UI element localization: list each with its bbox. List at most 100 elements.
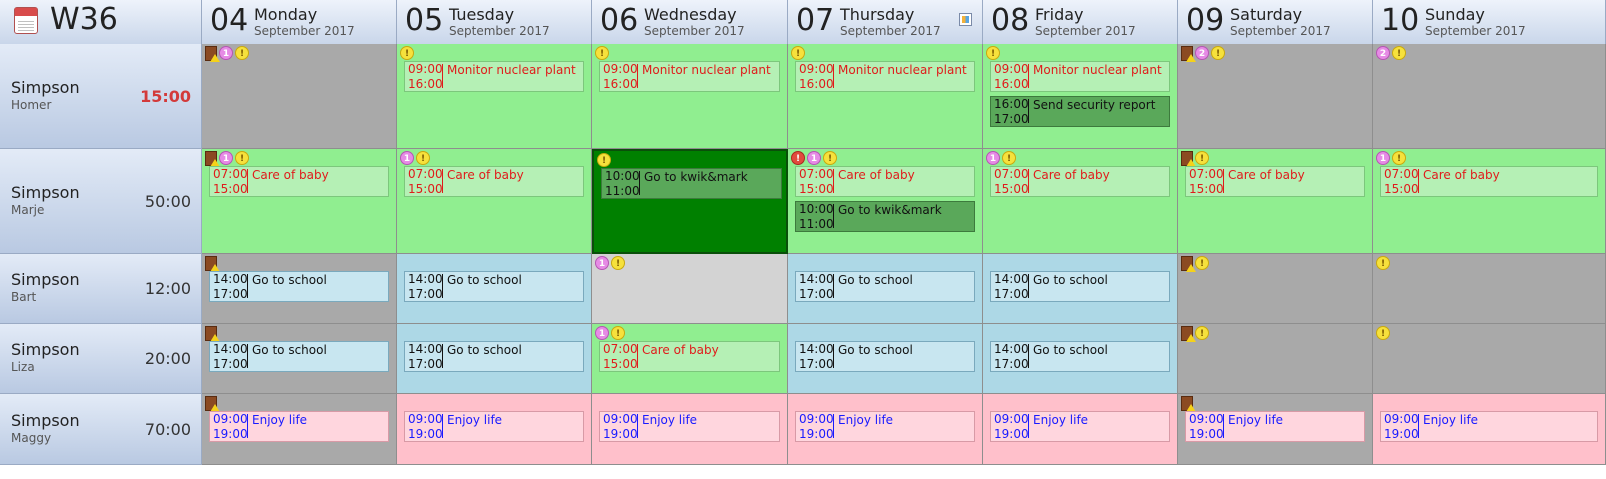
appointment[interactable]: 10:00 11:00 Go to kwik&mark — [601, 168, 782, 199]
appointment[interactable]: 10:00 11:00 Go to kwik&mark — [795, 201, 975, 232]
day-cell[interactable]: 1! 07:00 15:00 Care of baby — [983, 149, 1178, 254]
day-cell[interactable]: 1! 07:00 15:00 Care of baby — [592, 324, 788, 394]
count-badge-icon[interactable]: 1 — [595, 256, 609, 270]
absence-door-icon[interactable] — [205, 256, 220, 272]
day-cell[interactable]: 09:00 19:00 Enjoy life — [202, 394, 397, 465]
day-cell[interactable]: ! 10:00 11:00 Go to kwik&mark — [592, 149, 788, 254]
day-cell[interactable]: ! 09:00 16:00 Monitor nuclear plant — [397, 44, 592, 149]
appointment[interactable]: 09:00 16:00 Monitor nuclear plant — [404, 61, 584, 92]
day-cell[interactable]: 14:00 17:00 Go to school — [983, 324, 1178, 394]
person-header-homer[interactable]: Simpson Homer 15:00 — [0, 44, 202, 149]
warning-icon[interactable]: ! — [1195, 256, 1209, 270]
day-cell[interactable]: ! — [1178, 254, 1373, 324]
day-header-tuesday[interactable]: 05 Tuesday September 2017 — [397, 0, 592, 44]
day-cell[interactable]: ! 09:00 16:00 Monitor nuclear plant — [788, 44, 983, 149]
count-badge-icon[interactable]: 1 — [219, 46, 233, 60]
day-header-thursday[interactable]: 07 Thursday September 2017 — [788, 0, 983, 44]
day-cell[interactable]: ! — [1373, 254, 1606, 324]
day-cell[interactable]: 1! — [202, 44, 397, 149]
warning-icon[interactable]: ! — [235, 151, 249, 165]
day-cell[interactable]: ! 09:00 16:00 Monitor nuclear plant 16:00 17:… — [983, 44, 1178, 149]
warning-icon[interactable]: ! — [1376, 256, 1390, 270]
warning-icon[interactable]: ! — [1195, 151, 1209, 165]
warning-icon[interactable]: ! — [611, 256, 625, 270]
appointment[interactable]: 09:00 19:00 Enjoy life — [795, 411, 975, 442]
appointment[interactable]: 14:00 17:00 Go to school — [990, 271, 1170, 302]
appointment[interactable]: 07:00 15:00 Care of baby — [1185, 166, 1365, 197]
person-header-marje[interactable]: Simpson Marje 50:00 — [0, 149, 202, 254]
appointment[interactable]: 14:00 17:00 Go to school — [209, 341, 389, 372]
day-cell[interactable]: ! 09:00 16:00 Monitor nuclear plant — [592, 44, 788, 149]
appointment[interactable]: 07:00 15:00 Care of baby — [795, 166, 975, 197]
day-cell[interactable]: ! 1! 07:00 15:00 Care of baby 10:00 11:00 Go to… — [788, 149, 983, 254]
appointment[interactable]: 14:00 17:00 Go to school — [404, 341, 584, 372]
appointment[interactable]: 14:00 17:00 Go to school — [795, 271, 975, 302]
warning-icon[interactable]: ! — [986, 46, 1000, 60]
day-cell[interactable]: ! 07:00 15:00 Care of baby — [1178, 149, 1373, 254]
appointment[interactable]: 09:00 19:00 Enjoy life — [209, 411, 389, 442]
day-cell[interactable]: 14:00 17:00 Go to school — [788, 254, 983, 324]
count-badge-icon[interactable]: 1 — [219, 151, 233, 165]
day-header-wednesday[interactable]: 06 Wednesday September 2017 — [592, 0, 788, 44]
day-cell[interactable]: 09:00 19:00 Enjoy life — [1373, 394, 1606, 465]
appointment[interactable]: 16:00 17:00 Send security report — [990, 96, 1170, 127]
absence-door-icon[interactable] — [205, 151, 220, 167]
day-cell[interactable]: 1! 07:00 15:00 Care of baby — [202, 149, 397, 254]
count-badge-icon[interactable]: 2 — [1376, 46, 1390, 60]
appointment[interactable]: 14:00 17:00 Go to school — [404, 271, 584, 302]
day-header-saturday[interactable]: 09 Saturday September 2017 — [1178, 0, 1373, 44]
day-cell[interactable]: 1! 07:00 15:00 Care of baby — [1373, 149, 1606, 254]
appointment[interactable]: 14:00 17:00 Go to school — [209, 271, 389, 302]
warning-icon[interactable]: ! — [416, 151, 430, 165]
day-cell[interactable]: 14:00 17:00 Go to school — [788, 324, 983, 394]
warning-icon[interactable]: ! — [235, 46, 249, 60]
warning-icon[interactable]: ! — [1392, 151, 1406, 165]
day-cell[interactable]: 09:00 19:00 Enjoy life — [983, 394, 1178, 465]
day-cell[interactable]: ! — [1373, 324, 1606, 394]
day-header-friday[interactable]: 08 Friday September 2017 — [983, 0, 1178, 44]
appointment[interactable]: 14:00 17:00 Go to school — [795, 341, 975, 372]
absence-door-icon[interactable] — [1181, 326, 1196, 342]
absence-door-icon[interactable] — [1181, 256, 1196, 272]
warning-icon[interactable]: ! — [1376, 326, 1390, 340]
person-header-bart[interactable]: Simpson Bart 12:00 — [0, 254, 202, 324]
warning-icon[interactable]: ! — [400, 46, 414, 60]
day-cell[interactable]: 14:00 17:00 Go to school — [397, 324, 592, 394]
warning-icon[interactable]: ! — [1392, 46, 1406, 60]
day-cell[interactable]: 14:00 17:00 Go to school — [202, 254, 397, 324]
day-cell[interactable]: 14:00 17:00 Go to school — [983, 254, 1178, 324]
count-badge-icon[interactable]: 1 — [807, 151, 821, 165]
appointment[interactable]: 07:00 15:00 Care of baby — [599, 341, 780, 372]
warning-icon[interactable]: ! — [823, 151, 837, 165]
day-cell[interactable]: 09:00 19:00 Enjoy life — [397, 394, 592, 465]
day-cell[interactable]: 14:00 17:00 Go to school — [202, 324, 397, 394]
appointment[interactable]: 09:00 16:00 Monitor nuclear plant — [599, 61, 780, 92]
day-header-sunday[interactable]: 10 Sunday September 2017 — [1373, 0, 1606, 44]
day-cell[interactable]: 1! 07:00 15:00 Care of baby — [397, 149, 592, 254]
count-badge-icon[interactable]: 1 — [595, 326, 609, 340]
absence-door-icon[interactable] — [205, 396, 220, 412]
day-cell[interactable]: 1! — [592, 254, 788, 324]
warning-icon[interactable]: ! — [1211, 46, 1225, 60]
appointment[interactable]: 09:00 19:00 Enjoy life — [1185, 411, 1365, 442]
day-cell[interactable]: 09:00 19:00 Enjoy life — [592, 394, 788, 465]
warning-icon[interactable]: ! — [595, 46, 609, 60]
day-cell[interactable]: 09:00 19:00 Enjoy life — [1178, 394, 1373, 465]
today-icon[interactable] — [959, 13, 972, 26]
absence-door-icon[interactable] — [205, 46, 220, 62]
appointment[interactable]: 09:00 16:00 Monitor nuclear plant — [990, 61, 1170, 92]
day-header-monday[interactable]: 04 Monday September 2017 — [202, 0, 397, 44]
appointment[interactable]: 09:00 19:00 Enjoy life — [1380, 411, 1598, 442]
appointment[interactable]: 07:00 15:00 Care of baby — [404, 166, 584, 197]
week-cell[interactable]: W36 — [0, 0, 202, 44]
warning-icon[interactable]: ! — [597, 153, 611, 167]
absence-door-icon[interactable] — [1181, 46, 1196, 62]
day-cell[interactable]: 14:00 17:00 Go to school — [397, 254, 592, 324]
day-cell[interactable]: 09:00 19:00 Enjoy life — [788, 394, 983, 465]
absence-door-icon[interactable] — [205, 326, 220, 342]
appointment[interactable]: 07:00 15:00 Care of baby — [1380, 166, 1598, 197]
count-badge-icon[interactable]: 1 — [1376, 151, 1390, 165]
appointment[interactable]: 09:00 16:00 Monitor nuclear plant — [795, 61, 975, 92]
appointment[interactable]: 07:00 15:00 Care of baby — [209, 166, 389, 197]
warning-icon[interactable]: ! — [611, 326, 625, 340]
